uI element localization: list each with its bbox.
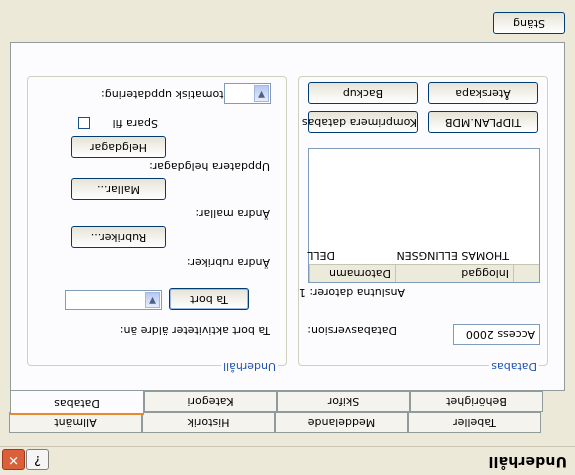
backup-button[interactable]: Backup bbox=[308, 82, 418, 104]
db-version-label: Databasversion: bbox=[307, 324, 397, 337]
maintenance-window: Underhåll ? ✕ Tabeller Meddelande Histor… bbox=[0, 0, 575, 475]
compact-button[interactable]: Komprimera databas bbox=[302, 111, 418, 133]
db-version-value: Access 2000 bbox=[465, 328, 535, 341]
help-button[interactable]: ? bbox=[26, 449, 49, 470]
tab-meddelande[interactable]: Meddelande bbox=[275, 412, 408, 433]
col-datornamn[interactable]: Datornamn bbox=[309, 265, 395, 282]
close-window-button[interactable]: ✕ bbox=[2, 449, 25, 470]
holidays-label: Uppdatera helgdagar: bbox=[149, 160, 270, 173]
db-version-field: Access 2000 bbox=[453, 324, 540, 345]
connected-list[interactable]: Inloggad Datornamn THOMAS ELLINGSEN DELL bbox=[307, 148, 540, 283]
delete-button[interactable]: Ta bort bbox=[169, 288, 249, 310]
holidays-button[interactable]: Helgdagar bbox=[71, 136, 166, 158]
templates-label: Ändra mallar: bbox=[195, 207, 270, 220]
file-button[interactable]: TIDPLAN.MDB bbox=[428, 111, 538, 133]
maintenance-group: Underhåll Ta bort aktiviteter äldre än: … bbox=[27, 76, 287, 373]
rubrics-button[interactable]: Rubriker... bbox=[71, 226, 166, 248]
rubrics-label: Ändra rubriker: bbox=[186, 256, 270, 269]
chevron-down-icon[interactable]: ▼ bbox=[145, 292, 160, 308]
connected-label: Anslutna datorer: 1 bbox=[298, 286, 405, 299]
tab-tabeller[interactable]: Tabeller bbox=[408, 412, 541, 433]
list-header: Inloggad Datornamn bbox=[309, 264, 539, 282]
save-file-label: Spara fil bbox=[112, 117, 158, 130]
chevron-down-icon[interactable]: ▼ bbox=[254, 85, 269, 102]
auto-update-label: Automatisk uppdatering: bbox=[101, 88, 238, 101]
title-bar: Underhåll ? ✕ bbox=[0, 446, 575, 475]
maintenance-legend: Underhåll bbox=[221, 360, 278, 373]
tab-kategori[interactable]: Kategori bbox=[144, 391, 277, 412]
table-row[interactable]: THOMAS ELLINGSEN DELL bbox=[307, 248, 539, 264]
row-computer: DELL bbox=[307, 249, 335, 262]
window-title: Underhåll bbox=[488, 453, 567, 469]
tab-behorighet[interactable]: Behörighet bbox=[410, 391, 543, 412]
row-user: THOMAS ELLINGSEN bbox=[396, 249, 509, 262]
close-button[interactable]: Stäng bbox=[493, 12, 565, 34]
tab-databas[interactable]: Databas bbox=[10, 391, 144, 415]
delete-date-field[interactable]: ▼ bbox=[65, 290, 162, 310]
tab-skifor[interactable]: Skifor bbox=[277, 391, 410, 412]
col-inloggad[interactable]: Inloggad bbox=[395, 265, 513, 282]
tab-allmant[interactable]: Allmänt bbox=[9, 412, 142, 433]
templates-button[interactable]: Mallar... bbox=[71, 178, 166, 200]
list-header-spacer bbox=[513, 265, 539, 282]
database-group: Databas Access 2000 Databasversion: Ansl… bbox=[298, 76, 548, 373]
delete-older-label: Ta bort aktiviteter äldre än: bbox=[119, 324, 270, 337]
tab-historik[interactable]: Historik bbox=[142, 412, 275, 433]
auto-update-combo[interactable]: ▼ bbox=[224, 83, 271, 104]
database-legend: Databas bbox=[489, 360, 539, 373]
restore-button[interactable]: Återskapa bbox=[428, 82, 538, 104]
tab-panel: Underhåll Ta bort aktiviteter äldre än: … bbox=[10, 42, 565, 391]
save-file-checkbox[interactable] bbox=[78, 117, 90, 129]
